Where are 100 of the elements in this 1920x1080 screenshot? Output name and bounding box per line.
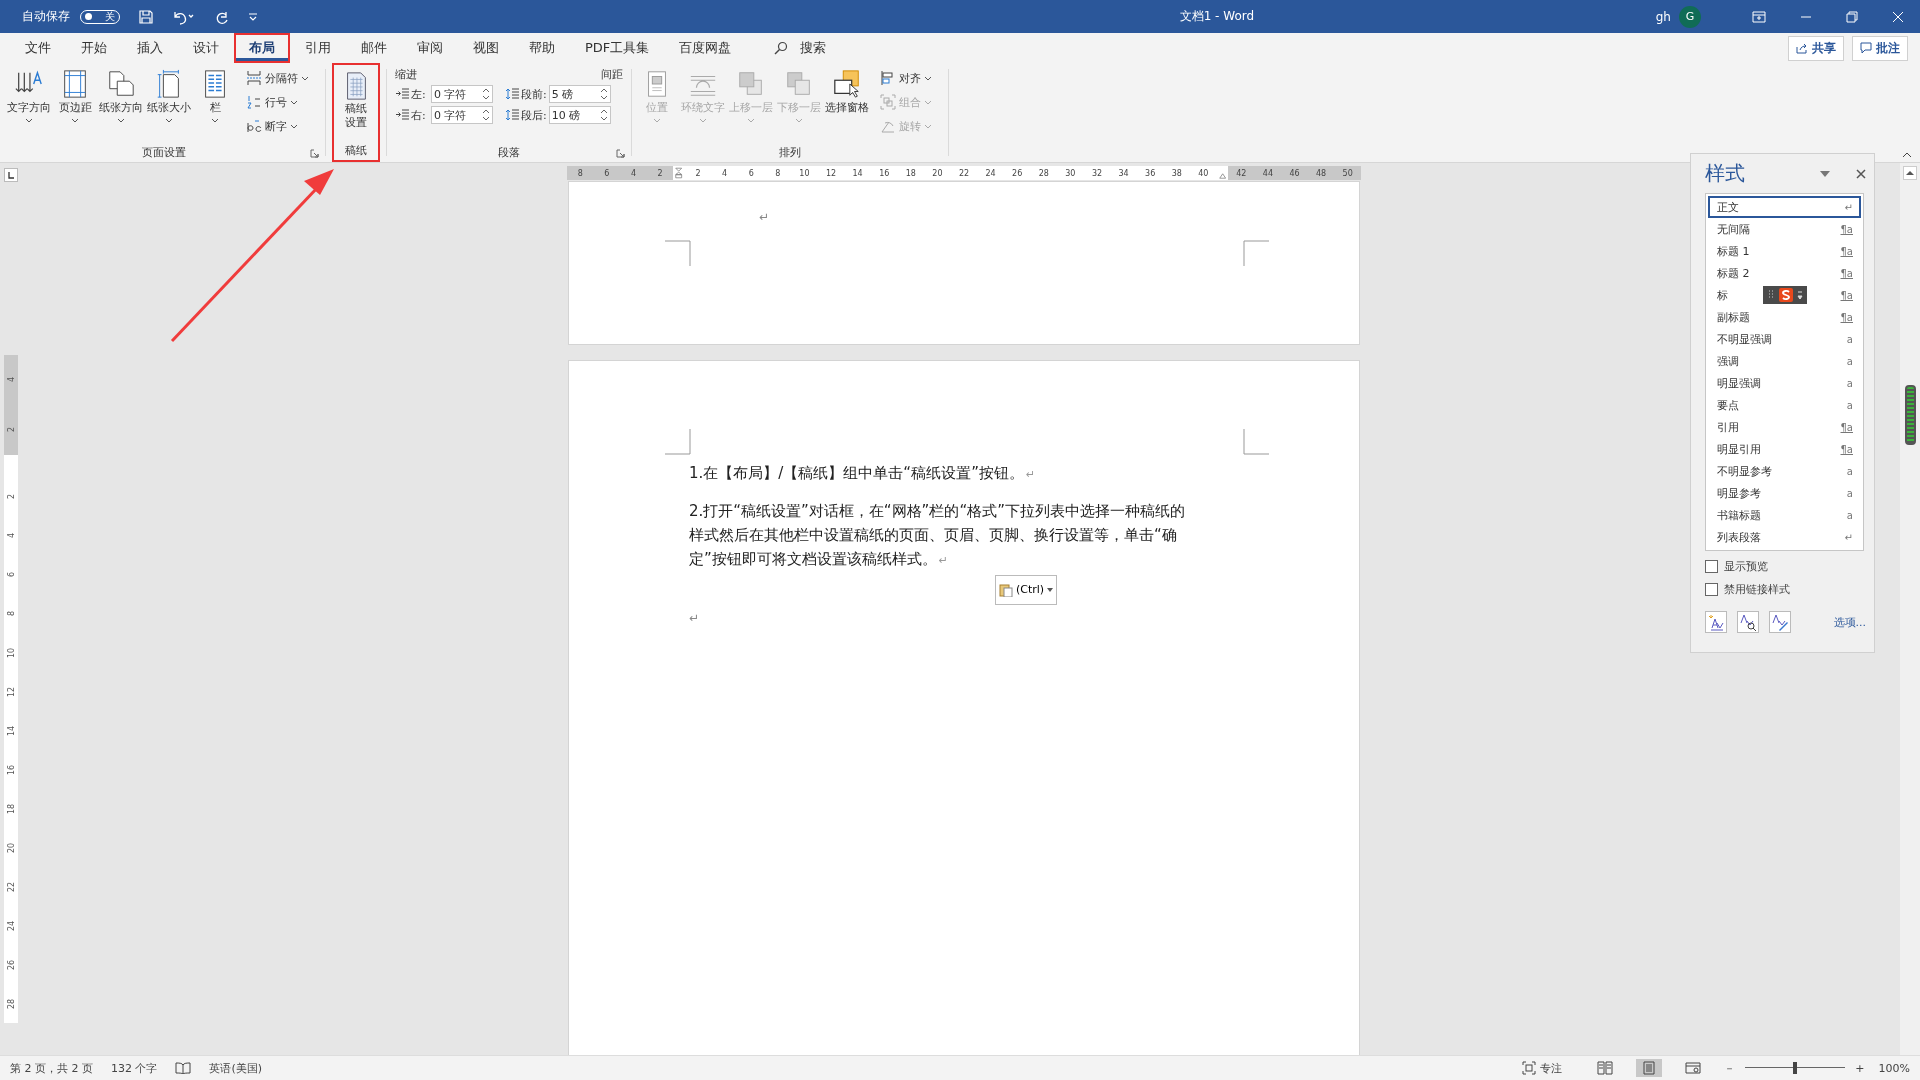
vertical-scrollbar[interactable] <box>1900 163 1920 1055</box>
focus-icon[interactable] <box>1522 1061 1537 1075</box>
dialog-launcher-icon[interactable] <box>310 149 319 158</box>
indent-field[interactable]: 0 字符 <box>431 85 493 103</box>
zoom-out-button[interactable]: － <box>1724 1060 1736 1076</box>
close-icon[interactable] <box>1856 168 1866 179</box>
caret-icon <box>1047 588 1054 592</box>
menu-tab[interactable]: 邮件 <box>346 33 402 63</box>
menu-tab[interactable]: 文件 <box>10 33 66 63</box>
style-item[interactable]: 标题 2 ¶a <box>1708 262 1861 284</box>
ribbon-button[interactable]: 行号 <box>244 91 311 113</box>
ribbon-display-icon[interactable] <box>1752 10 1766 23</box>
restore-icon[interactable] <box>1846 10 1858 23</box>
menu-tab[interactable]: 百度网盘 <box>664 33 747 63</box>
menu-tab[interactable]: 视图 <box>458 33 514 63</box>
style-type-mark: ¶a <box>1840 443 1853 455</box>
spinner-icon[interactable] <box>482 87 490 101</box>
gripper-icon[interactable] <box>1767 289 1776 301</box>
menu-tab[interactable]: 帮助 <box>514 33 570 63</box>
style-item[interactable]: 列表段落 ↵ <box>1708 526 1861 548</box>
customize-icon[interactable] <box>248 11 258 22</box>
menu-tab[interactable]: 布局 <box>234 33 290 63</box>
menu-tab[interactable]: 插入 <box>122 33 178 63</box>
style-name: 引用 <box>1717 419 1739 435</box>
menu-tab[interactable]: 设计 <box>178 33 234 63</box>
ribbon-button[interactable]: 选择窗格 <box>824 67 870 142</box>
zoom-thumb[interactable] <box>1793 1062 1798 1074</box>
spinner-icon[interactable] <box>482 108 490 122</box>
spacing-field[interactable]: 10 磅 <box>548 106 611 124</box>
group-label: 段落 <box>498 144 520 160</box>
spacing-field[interactable]: 5 磅 <box>548 85 611 103</box>
menu-tab[interactable]: PDF工具集 <box>570 33 665 63</box>
word-count[interactable]: 132 个字 <box>111 1060 158 1076</box>
style-item[interactable]: 副标题 ¶a <box>1708 306 1861 328</box>
ribbon-button[interactable]: 断字 <box>244 115 311 137</box>
ribbon-button[interactable]: 文字方向 <box>6 67 52 142</box>
menu-tab[interactable]: 引用 <box>290 33 346 63</box>
comments-button[interactable]: 批注 <box>1852 35 1908 61</box>
dialog-launcher-icon[interactable] <box>616 149 625 158</box>
search-icon[interactable] <box>774 41 789 55</box>
page-count[interactable]: 第 2 页，共 2 页 <box>10 1060 93 1076</box>
view-button[interactable] <box>1636 1059 1663 1077</box>
zoom-slider[interactable] <box>1745 1062 1846 1074</box>
ribbon-button[interactable]: 分隔符 <box>244 67 311 89</box>
ruler-number: 4 <box>629 168 638 178</box>
language-indicator[interactable]: 英语(美国) <box>209 1060 263 1076</box>
options-link[interactable]: 选项... <box>1833 614 1866 630</box>
style-item[interactable]: 引用 ¶a <box>1708 416 1861 438</box>
ime-logo-icon[interactable] <box>1779 288 1794 302</box>
ruler-number: 16 <box>878 168 891 178</box>
menu-tab[interactable]: 审阅 <box>402 33 458 63</box>
style-item[interactable]: 标题 1 ¶a <box>1708 240 1861 262</box>
paste-options-button[interactable]: (Ctrl) <box>995 575 1058 605</box>
search-label[interactable]: 搜索 <box>800 39 827 57</box>
spinner-icon[interactable] <box>599 87 608 101</box>
share-button[interactable]: 共享 <box>1788 35 1844 61</box>
style-item[interactable]: 不明显参考 a <box>1708 460 1861 482</box>
option-checkbox[interactable]: 禁用链接样式 <box>1705 582 1866 597</box>
style-item[interactable]: 不明显强调 a <box>1708 328 1861 350</box>
style-inspector-icon[interactable] <box>1737 611 1759 633</box>
ruler-number: 50 <box>1341 168 1354 178</box>
spinner-icon[interactable] <box>599 108 608 122</box>
indent-marker-icon[interactable] <box>675 166 683 180</box>
style-item[interactable]: 明显强调 a <box>1708 372 1861 394</box>
style-item[interactable]: 标 ¶a <box>1708 284 1861 306</box>
style-item[interactable]: 强调 a <box>1708 350 1861 372</box>
style-item[interactable]: 书籍标题 a <box>1708 504 1861 526</box>
scroll-thumb[interactable] <box>1904 385 1916 445</box>
ribbon-button[interactable]: 页边距 <box>54 67 96 142</box>
ribbon-button[interactable]: 对齐 <box>878 67 934 89</box>
ribbon-button[interactable]: 栏 <box>194 67 236 142</box>
focus-label[interactable]: 专注 <box>1540 1060 1563 1076</box>
ruler-number: 40 <box>1197 168 1210 178</box>
ribbon-button[interactable]: 纸张方向 <box>98 67 144 142</box>
input-method-toolbar[interactable] <box>1763 286 1808 304</box>
ruler-number: 18 <box>904 168 917 178</box>
ribbon-button[interactable]: 纸张大小 <box>146 67 192 142</box>
zoom-in-button[interactable]: + <box>1855 1061 1865 1075</box>
new-style-icon[interactable] <box>1705 611 1727 633</box>
style-item[interactable]: 正文 ↵ <box>1708 196 1861 218</box>
ruler-number: 20 <box>6 841 16 855</box>
style-item[interactable]: 明显引用 ¶a <box>1708 438 1861 460</box>
book-icon[interactable] <box>175 1062 192 1074</box>
zoom-percent[interactable]: 100% <box>1878 1061 1910 1075</box>
style-item[interactable]: 要点 a <box>1708 394 1861 416</box>
style-item[interactable]: 明显参考 a <box>1708 482 1861 504</box>
tab-selector-icon[interactable] <box>4 168 18 182</box>
option-checkbox[interactable]: 显示预览 <box>1705 559 1866 574</box>
toolbar-menu-icon[interactable] <box>1797 290 1804 300</box>
ruler-number: 4 <box>6 377 16 383</box>
manuscript-settings-button[interactable]: 稿纸设置 <box>334 69 378 140</box>
collapse-ribbon-icon[interactable] <box>1902 152 1912 158</box>
user-avatar[interactable]: G <box>1679 5 1701 28</box>
save-icon[interactable] <box>138 8 154 25</box>
indent-field[interactable]: 0 字符 <box>431 106 493 124</box>
style-item[interactable]: 无间隔 ¶a <box>1708 218 1861 240</box>
manage-styles-icon[interactable] <box>1769 611 1791 633</box>
scroll-up-icon[interactable] <box>1903 166 1917 180</box>
pane-menu-icon[interactable] <box>1820 170 1830 177</box>
menu-tab[interactable]: 开始 <box>66 33 122 63</box>
